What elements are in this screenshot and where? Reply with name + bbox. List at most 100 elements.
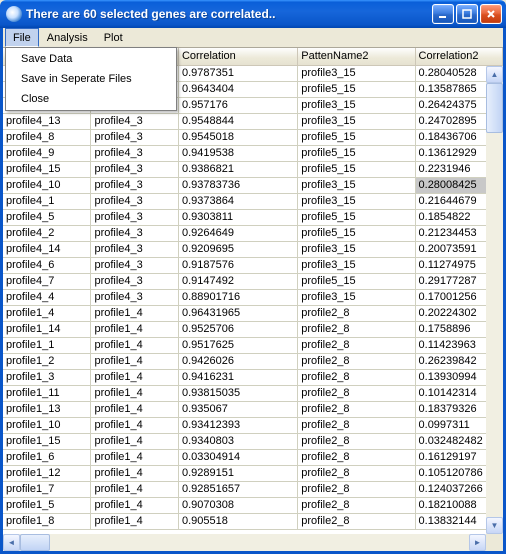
table-cell[interactable]: profile1_4 [91,322,178,338]
table-cell[interactable]: 0.93815035 [179,386,298,402]
table-row[interactable]: profile1_3profile1_40.9416231profile2_80… [3,370,503,386]
table-cell[interactable]: profile4_3 [91,130,178,146]
table-cell[interactable]: profile1_4 [91,386,178,402]
table-cell[interactable]: profile1_4 [91,418,178,434]
table-cell[interactable]: profile4_3 [91,194,178,210]
file-close[interactable]: Close [7,89,175,109]
h-scroll-thumb[interactable] [20,534,50,551]
table-cell[interactable]: 0.9643404 [179,82,298,98]
table-cell[interactable]: 0.957176 [179,98,298,114]
scroll-left-button[interactable]: ◄ [3,534,20,551]
table-cell[interactable]: profile5_15 [298,162,415,178]
table-cell[interactable]: profile4_3 [91,114,178,130]
table-cell[interactable]: profile2_8 [298,418,415,434]
table-cell[interactable]: profile1_4 [3,306,91,322]
scroll-right-button[interactable]: ► [469,534,486,551]
table-cell[interactable]: profile4_3 [91,226,178,242]
col-header-pattenname2[interactable]: PattenName2 [298,48,415,65]
table-cell[interactable]: profile1_4 [91,370,178,386]
table-cell[interactable]: profile5_15 [298,226,415,242]
table-cell[interactable]: profile3_15 [298,114,415,130]
table-cell[interactable]: profile5_15 [298,210,415,226]
table-cell[interactable]: profile4_3 [91,146,178,162]
table-cell[interactable]: profile2_8 [298,306,415,322]
table-cell[interactable]: 0.9545018 [179,130,298,146]
table-cell[interactable]: profile4_10 [3,178,91,194]
table-cell[interactable]: profile1_4 [91,434,178,450]
table-cell[interactable]: 0.9209695 [179,242,298,258]
col-header-correlation2[interactable]: Correlation2 [416,48,503,65]
table-cell[interactable]: profile1_4 [91,338,178,354]
table-row[interactable]: profile4_2profile4_30.9264649profile5_15… [3,226,503,242]
table-cell[interactable]: profile3_15 [298,178,415,194]
file-save-separate[interactable]: Save in Seperate Files [7,69,175,89]
table-cell[interactable]: profile1_11 [3,386,91,402]
table-row[interactable]: profile1_11profile1_40.93815035profile2_… [3,386,503,402]
table-row[interactable]: profile4_14profile4_30.9209695profile3_1… [3,242,503,258]
table-cell[interactable]: profile4_5 [3,210,91,226]
table-cell[interactable]: 0.9517625 [179,338,298,354]
table-cell[interactable]: profile1_1 [3,338,91,354]
table-cell[interactable]: 0.03304914 [179,450,298,466]
table-cell[interactable]: profile4_3 [91,290,178,306]
table-row[interactable]: profile1_5profile1_40.9070308profile2_80… [3,498,503,514]
table-cell[interactable]: profile5_15 [298,146,415,162]
table-cell[interactable]: profile3_15 [298,98,415,114]
table-cell[interactable]: 0.88901716 [179,290,298,306]
table-cell[interactable]: profile4_3 [91,274,178,290]
table-cell[interactable]: profile2_8 [298,322,415,338]
table-cell[interactable]: profile4_3 [91,178,178,194]
col-header-correlation[interactable]: Correlation [179,48,298,65]
vertical-scrollbar[interactable]: ▲ ▼ [486,66,503,534]
table-cell[interactable]: profile1_4 [91,354,178,370]
table-row[interactable]: profile4_9profile4_30.9419538profile5_15… [3,146,503,162]
table-row[interactable]: profile1_10profile1_40.93412393profile2_… [3,418,503,434]
table-cell[interactable]: profile3_15 [298,258,415,274]
table-cell[interactable]: profile4_14 [3,242,91,258]
table-row[interactable]: profile4_5profile4_30.9303811profile5_15… [3,210,503,226]
table-row[interactable]: profile1_2profile1_40.9426026profile2_80… [3,354,503,370]
table-cell[interactable]: profile2_8 [298,514,415,530]
table-cell[interactable]: profile2_8 [298,498,415,514]
table-cell[interactable]: 0.9373864 [179,194,298,210]
maximize-button[interactable] [456,4,478,24]
table-cell[interactable]: profile4_2 [3,226,91,242]
table-cell[interactable]: 0.9187576 [179,258,298,274]
table-row[interactable]: profile4_1profile4_30.9373864profile3_15… [3,194,503,210]
menu-plot[interactable]: Plot [96,28,131,47]
table-cell[interactable]: profile1_4 [91,450,178,466]
menu-file[interactable]: File [5,28,39,47]
table-cell[interactable]: 0.93783736 [179,178,298,194]
table-cell[interactable]: profile4_3 [91,242,178,258]
table-cell[interactable]: profile2_8 [298,450,415,466]
table-cell[interactable]: 0.9416231 [179,370,298,386]
v-scroll-thumb[interactable] [486,83,503,133]
file-save-data[interactable]: Save Data [7,49,175,69]
table-cell[interactable]: profile4_1 [3,194,91,210]
table-cell[interactable]: profile5_15 [298,130,415,146]
table-cell[interactable]: 0.9264649 [179,226,298,242]
table-cell[interactable]: profile1_15 [3,434,91,450]
table-row[interactable]: profile1_6profile1_40.03304914profile2_8… [3,450,503,466]
minimize-button[interactable] [432,4,454,24]
table-cell[interactable]: profile1_4 [91,482,178,498]
table-cell[interactable]: 0.9289151 [179,466,298,482]
table-row[interactable]: profile4_13profile4_30.9548844profile3_1… [3,114,503,130]
table-row[interactable]: profile1_8profile1_40.905518profile2_80.… [3,514,503,530]
table-cell[interactable]: profile4_6 [3,258,91,274]
table-cell[interactable]: profile2_8 [298,386,415,402]
scroll-down-button[interactable]: ▼ [486,517,503,534]
table-cell[interactable]: profile2_8 [298,354,415,370]
table-row[interactable]: profile4_10profile4_30.93783736profile3_… [3,178,503,194]
menu-analysis[interactable]: Analysis [39,28,96,47]
table-cell[interactable]: profile3_15 [298,242,415,258]
table-row[interactable]: profile1_4profile1_40.96431965profile2_8… [3,306,503,322]
table-cell[interactable]: profile2_8 [298,338,415,354]
table-row[interactable]: profile4_8profile4_30.9545018profile5_15… [3,130,503,146]
table-row[interactable]: profile1_15profile1_40.9340803profile2_8… [3,434,503,450]
table-row[interactable]: profile1_7profile1_40.92851657profile2_8… [3,482,503,498]
table-cell[interactable]: profile1_4 [91,514,178,530]
table-row[interactable]: profile4_6profile4_30.9187576profile3_15… [3,258,503,274]
table-cell[interactable]: profile1_5 [3,498,91,514]
table-cell[interactable]: profile1_4 [91,498,178,514]
